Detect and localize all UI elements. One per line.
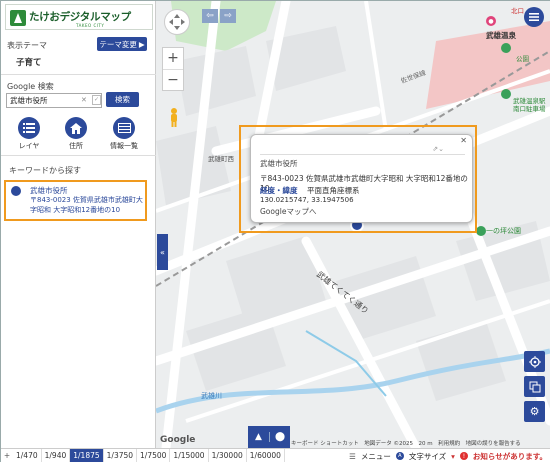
search-input[interactable]: 武雄市役所 [6, 93, 102, 108]
app-window: たけおデジタルマップ TAKEO CITY 表示テーマ テーマ変更 ▶ 子育て … [0, 0, 550, 462]
map-label-takeo-nishi: 武雄町西 [208, 155, 234, 163]
google-maps-link[interactable]: Googleマップへ [260, 206, 316, 217]
info-list-label: 情報一覧 [110, 142, 138, 150]
map-canvas[interactable]: 武雄温泉 武雄温泉駅 南口駐車場 北口 公園 武雄町西 一の坪公園 武雄てくてく… [156, 1, 550, 448]
divider [1, 74, 156, 75]
theme-label: 表示テーマ [7, 41, 47, 50]
divider [260, 154, 465, 155]
share-icon[interactable]: ⇗⌄ [432, 145, 444, 153]
sidebar: たけおデジタルマップ TAKEO CITY 表示テーマ テーマ変更 ▶ 子育て … [1, 1, 156, 448]
bottom-menu-link[interactable]: メニュー [361, 451, 391, 462]
back-button[interactable]: ⇦ [202, 9, 218, 23]
keyword-search-label: キーワードから探す [9, 166, 81, 175]
info-list-button[interactable]: 情報一覧 [104, 117, 144, 151]
dropdown-icon[interactable]: ✓ [92, 95, 101, 105]
search-result-item[interactable]: 武雄市役所 〒843-0023 佐賀県武雄市武雄町大字昭和 大字昭和12番地の1… [4, 180, 147, 221]
scale-option[interactable]: 1/470 [13, 448, 42, 462]
play-arrow-icon: ▶ [138, 39, 145, 49]
expand-button[interactable]: + [1, 451, 13, 460]
location-pin-icon [11, 186, 21, 196]
copy-button[interactable] [524, 376, 545, 397]
bottom-bar: + 1/470 1/940 1/1875 1/3750 1/7500 1/150… [1, 448, 550, 462]
layer-button[interactable]: レイヤ [9, 117, 49, 151]
alert-icon: ! [459, 452, 468, 460]
layer-label: レイヤ [18, 142, 40, 150]
scale-option-active[interactable]: 1/1875 [70, 448, 104, 462]
map-label-kitaguchi: 北口 [511, 7, 524, 15]
popup-coord-type[interactable]: 平面直角座標系 [307, 185, 360, 196]
double-chevron-left-icon: « [160, 247, 165, 257]
google-search-label: Google 検索 [7, 82, 54, 91]
divider [1, 155, 156, 156]
scale-option[interactable]: 1/940 [42, 448, 71, 462]
draw-tools: ▲ ⬤ [248, 426, 290, 448]
address-button[interactable]: 住所 [56, 117, 96, 151]
address-label: 住所 [69, 142, 83, 150]
search-button[interactable]: 検索 [106, 92, 139, 107]
pan-arrows-icon [169, 14, 185, 30]
map-label-takeo-onsen: 武雄温泉 [486, 31, 516, 40]
home-icon [65, 117, 87, 139]
popup-title: 武雄市役所 [260, 159, 298, 168]
result-address: 〒843-0023 佐賀県武雄市武雄町大字昭和 大字昭和12番地の10 [30, 196, 143, 214]
close-icon[interactable]: ✕ [460, 136, 467, 145]
app-logo[interactable]: たけおデジタルマップ TAKEO CITY [5, 4, 153, 30]
map-label-park: 公園 [516, 55, 529, 63]
scale-option[interactable]: 1/3750 [104, 448, 138, 462]
collapse-sidebar-button[interactable]: « [157, 234, 168, 270]
scale-option[interactable]: 1/15000 [170, 448, 209, 462]
font-size-link[interactable]: 文字サイズ [409, 451, 446, 462]
google-logo: Google [160, 435, 196, 445]
layers-list-icon [18, 117, 40, 139]
settings-button[interactable]: ⚙ [524, 401, 545, 422]
scale-option[interactable]: 1/60000 [247, 448, 285, 462]
chevron-down-icon: ▾ [451, 451, 455, 461]
gear-icon: ⚙ [529, 405, 540, 418]
crosshair-icon [528, 355, 541, 368]
theme-value: 子育て [16, 58, 42, 68]
menu-lines-icon: ☰ [349, 451, 356, 461]
pin-icon[interactable]: ⬤ [269, 432, 290, 442]
logo-mark-icon [10, 10, 26, 26]
pan-control[interactable] [164, 9, 190, 35]
arrow-right-icon: ⇨ [224, 11, 232, 21]
scale-option[interactable]: 1/30000 [209, 448, 247, 462]
font-size-icon: A [395, 452, 404, 460]
arrow-left-icon: ⇦ [206, 11, 214, 21]
popup-coordinates: 130.0215747, 33.1947506 [260, 196, 354, 204]
map-attribution: キーボード ショートカット 地図データ ©2025 20 m 利用規約 地図の誤… [291, 441, 521, 447]
notice-link[interactable]: お知らせがあります。 [473, 451, 547, 462]
menu-button[interactable] [524, 7, 544, 27]
park-marker-icon[interactable] [476, 226, 486, 236]
map-label-river: 武雄川 [201, 392, 222, 400]
street-view-pegman-icon[interactable] [168, 108, 180, 128]
map-label-takeo-onsen-minami: 武雄温泉駅 南口駐車場 [513, 97, 546, 113]
clear-icon[interactable]: ✕ [81, 96, 87, 104]
zoom-control: + − [162, 47, 184, 91]
copy-icon [529, 381, 540, 392]
parking-marker-icon[interactable] [501, 89, 511, 99]
zoom-in-button[interactable]: + [167, 48, 179, 69]
popup-latlng-label[interactable]: 経度・緯度 [260, 185, 298, 196]
nav-icon[interactable]: ▲ [248, 432, 269, 442]
logo-title: たけおデジタルマップ [29, 11, 131, 23]
forward-button[interactable]: ⇨ [220, 9, 236, 23]
park-marker-icon[interactable] [501, 43, 511, 53]
theme-change-button[interactable]: テーマ変更 ▶ [97, 37, 147, 51]
bottom-right-links: ☰ メニュー A 文字サイズ ▾ ! お知らせがあります。 [349, 449, 547, 462]
scale-option[interactable]: 1/7500 [137, 448, 171, 462]
theme-change-label: テーマ変更 [99, 39, 137, 49]
zoom-out-button[interactable]: − [163, 69, 183, 90]
current-location-button[interactable] [524, 351, 545, 372]
poi-marker-icon[interactable]: ● [486, 16, 496, 26]
logo-subtitle: TAKEO CITY [76, 23, 105, 28]
hamburger-icon [529, 13, 539, 21]
info-popup: ✕ ⇗⌄ 武雄市役所 〒843-0023 佐賀県武雄市武雄町大字昭和 大字昭和1… [250, 134, 473, 223]
map-label-hitotsubo-park: 一の坪公園 [486, 227, 521, 235]
table-icon [113, 117, 135, 139]
